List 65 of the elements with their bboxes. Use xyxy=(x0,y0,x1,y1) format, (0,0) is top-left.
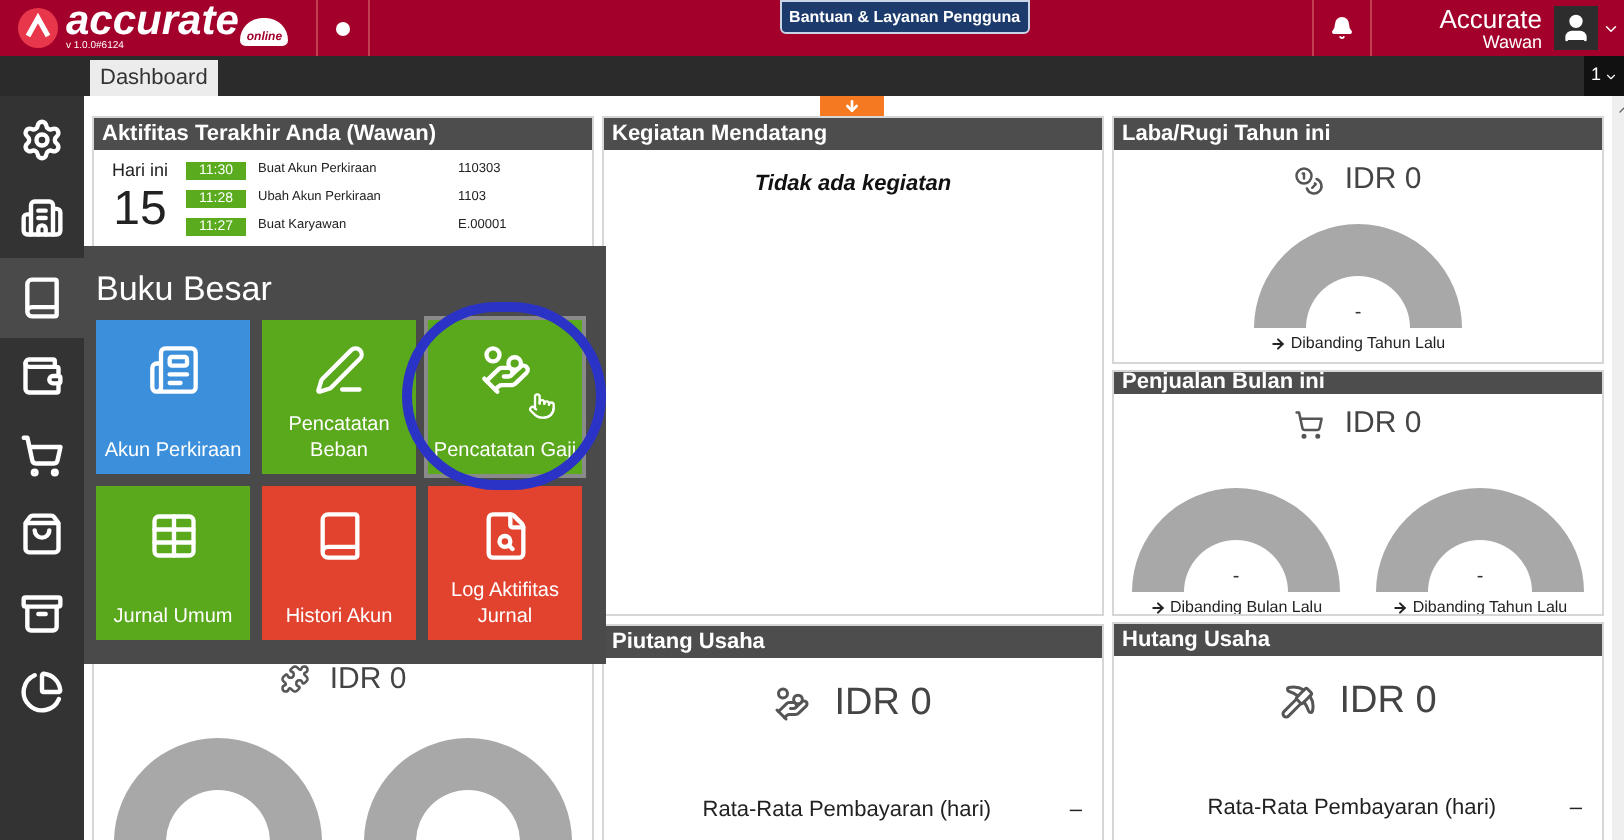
user-subtitle: Wawan xyxy=(1482,31,1542,51)
collapse-button[interactable] xyxy=(820,96,884,116)
ledger-card-icon xyxy=(147,344,199,396)
menu-tile[interactable]: Pencatatan Gaji xyxy=(428,320,582,474)
wallet-icon xyxy=(20,354,64,399)
hand-money-icon xyxy=(774,686,811,723)
avatar[interactable] xyxy=(1554,6,1598,50)
metric-value: – xyxy=(1069,795,1082,825)
cart-icon xyxy=(1294,409,1325,440)
metric-label: Rata-Rata Pembayaran (hari) xyxy=(1205,793,1499,823)
book-icon xyxy=(20,275,64,320)
cabinet-icon xyxy=(20,591,64,636)
gauge-value: - xyxy=(1476,567,1484,587)
pickaxe-icon xyxy=(1279,684,1316,721)
sidebar-item[interactable] xyxy=(0,258,84,337)
gear-icon xyxy=(20,117,64,162)
metric-label: Rata-Rata Pembayaran (hari) xyxy=(700,795,994,825)
arrow-icon xyxy=(1270,335,1287,351)
chevron-down-icon xyxy=(1603,69,1617,83)
panel-title: Aktifitas Terakhir Anda (Wawan) xyxy=(102,123,437,145)
menu-tile[interactable]: Histori Akun xyxy=(262,486,416,640)
brand-name: accurate xyxy=(66,0,239,42)
hand-money-icon xyxy=(479,344,531,396)
metric-value: – xyxy=(1569,793,1582,823)
empty-message: Tidak ada kegiatan xyxy=(754,170,952,200)
amount: IDR 0 xyxy=(1344,404,1422,444)
arrow-icon xyxy=(1392,599,1409,614)
menu-tile[interactable]: Jurnal Umum xyxy=(96,486,250,640)
user-icon xyxy=(1560,12,1592,44)
pie-chart-icon xyxy=(20,670,64,715)
menu-title: Buku Besar xyxy=(96,270,274,310)
logo-icon xyxy=(16,6,60,50)
cart-icon xyxy=(20,433,64,478)
tab[interactable]: Dashboard xyxy=(90,60,218,96)
user-name: Accurate xyxy=(1439,5,1542,31)
bag-icon xyxy=(20,512,64,557)
help-button[interactable]: Bantuan & Layanan Pengguna xyxy=(779,0,1031,34)
amount: IDR 0 xyxy=(834,680,932,728)
amount: IDR 0 xyxy=(329,659,407,699)
bell-icon[interactable] xyxy=(1329,16,1354,40)
menu-tile[interactable]: Pencatatan Beban xyxy=(262,320,416,474)
arrow-down-icon xyxy=(844,98,860,114)
gauge-caption: Dibanding Bulan Lalu xyxy=(1169,595,1323,614)
panel-title: Hutang Usaha xyxy=(1122,629,1270,651)
panel-title: Penjualan Bulan ini xyxy=(1122,372,1325,394)
panel-title: Kegiatan Mendatang xyxy=(612,123,828,145)
table-icon xyxy=(147,510,199,562)
menu-tile[interactable]: Log Aktifitas Jurnal xyxy=(428,486,582,640)
amount: IDR 0 xyxy=(1339,678,1437,726)
panel-title: Laba/Rugi Tahun ini xyxy=(1122,123,1331,145)
pen-icon xyxy=(313,344,365,396)
amount: IDR 0 xyxy=(1344,160,1422,200)
day-number: 15 xyxy=(113,185,167,233)
gauge-value: - xyxy=(1232,567,1240,587)
gauge-value: - xyxy=(1354,303,1362,323)
gauge-caption: Dibanding Tahun Lalu xyxy=(1290,331,1446,355)
hand-cursor-icon xyxy=(528,392,556,420)
coins-icon xyxy=(1294,165,1325,196)
arrow-icon xyxy=(1149,599,1166,614)
day-label: Hari ini xyxy=(111,158,168,184)
panel-title: Piutang Usaha xyxy=(612,631,765,653)
gauge-caption: Dibanding Tahun Lalu xyxy=(1412,595,1568,614)
building-icon xyxy=(20,196,64,241)
page-selector[interactable]: 1 xyxy=(1584,56,1624,96)
menu-tile[interactable]: Akun Perkiraan xyxy=(96,320,250,474)
